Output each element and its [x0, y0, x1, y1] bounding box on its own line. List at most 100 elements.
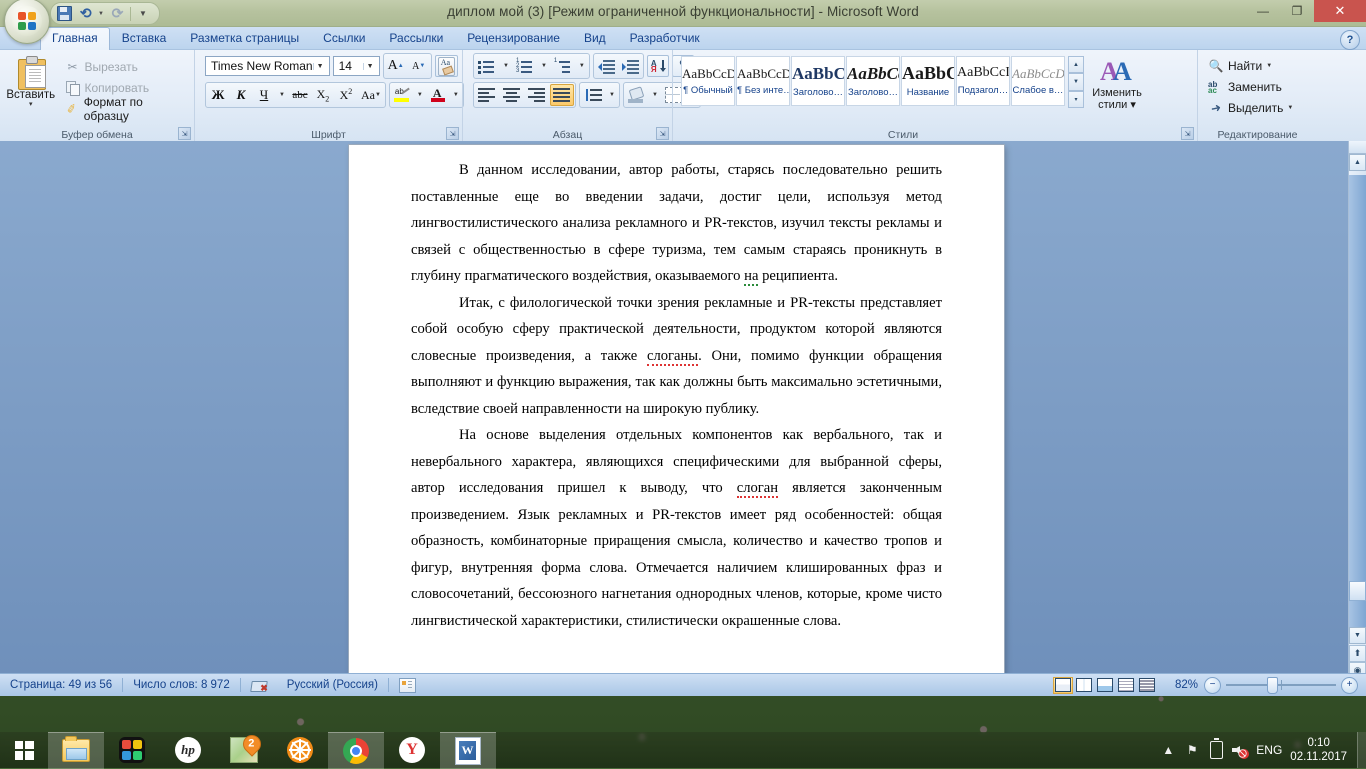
taskbar-item-wheel-app[interactable] — [272, 732, 328, 768]
change-styles-button[interactable]: AA Изменить стили ▾ — [1086, 56, 1148, 111]
tab-page-layout[interactable]: Разметка страницы — [178, 27, 311, 49]
underline-dropdown[interactable]: ▼ — [276, 84, 288, 106]
close-button[interactable]: ✕ — [1314, 0, 1366, 22]
taskbar-item-yandex-browser[interactable]: Y — [384, 732, 440, 768]
align-left-button[interactable] — [475, 84, 499, 106]
numbering-button[interactable]: 123 — [513, 55, 537, 77]
chevron-down-icon[interactable]: ▼ — [362, 62, 377, 70]
language-button[interactable]: ENG — [1256, 743, 1282, 757]
view-outline[interactable] — [1116, 677, 1136, 694]
view-draft[interactable] — [1137, 677, 1157, 694]
clear-formatting-button[interactable] — [434, 55, 458, 77]
grow-font-button[interactable]: A ▲ — [385, 55, 407, 77]
view-full-screen-reading[interactable] — [1074, 677, 1094, 694]
bullets-dropdown[interactable]: ▼ — [500, 55, 512, 77]
word-count[interactable]: Число слов: 8 972 — [123, 674, 240, 696]
format-painter-button[interactable]: ✐ Формат по образцу — [60, 95, 190, 123]
justify-button[interactable] — [550, 84, 574, 106]
tab-home[interactable]: Главная — [40, 27, 110, 50]
start-button[interactable] — [0, 732, 48, 768]
show-desktop-button[interactable] — [1357, 732, 1366, 768]
view-web-layout[interactable] — [1095, 677, 1115, 694]
increase-indent-button[interactable] — [619, 55, 642, 77]
paragraph-2[interactable]: Итак, с филологической точки зрения рекл… — [411, 290, 942, 423]
scroll-up-button[interactable]: ▲ — [1349, 154, 1366, 171]
network-button[interactable]: ⚑ — [1184, 742, 1200, 758]
taskbar-item-maps-app[interactable]: 2 — [216, 731, 272, 768]
select-button[interactable]: ➜ Выделить ▼ — [1204, 98, 1313, 118]
language-indicator[interactable]: Русский (Россия) — [277, 674, 388, 696]
style-heading-1[interactable]: AaBbCс Заголово… — [791, 56, 845, 106]
paste-button[interactable]: Вставить ▾ — [4, 54, 57, 124]
tab-view[interactable]: Вид — [572, 27, 618, 49]
help-button[interactable]: ? — [1340, 30, 1360, 50]
align-right-button[interactable] — [525, 84, 549, 106]
vertical-scrollbar[interactable]: ▲ ⬆ ◉ ⬇ ▼ — [1348, 141, 1366, 696]
chevron-down-icon[interactable]: ▾ — [29, 101, 33, 108]
page-indicator[interactable]: Страница: 49 из 56 — [0, 674, 122, 696]
font-color-button[interactable]: A — [427, 84, 449, 106]
styles-dialog-launcher[interactable]: ⇲ — [1181, 127, 1194, 140]
taskbar-item-microsoft-word[interactable]: W — [440, 731, 496, 769]
strikethrough-button[interactable]: abc — [289, 84, 311, 106]
taskbar-item-puzzle-app[interactable] — [104, 732, 160, 768]
style-no-spacing[interactable]: AaBbCcDc ¶ Без инте… — [736, 56, 790, 106]
paragraph-dialog-launcher[interactable]: ⇲ — [656, 127, 669, 140]
font-size-combo[interactable]: 14 ▼ — [332, 56, 380, 76]
chevron-down-icon[interactable]: ▼ — [312, 62, 327, 70]
paragraph-1[interactable]: В данном исследовании, автор работы, ста… — [411, 157, 942, 290]
superscript-button[interactable]: X2 — [335, 84, 357, 106]
show-hidden-icons-button[interactable]: ▲ — [1160, 742, 1176, 758]
highlight-button[interactable]: ab — [391, 84, 413, 106]
replace-button[interactable]: ab ac Заменить — [1204, 77, 1313, 97]
cut-button[interactable]: ✂ Вырезать — [60, 57, 190, 77]
styles-scroll-up[interactable]: ▲ — [1068, 56, 1084, 74]
zoom-slider[interactable]: − + — [1204, 676, 1358, 694]
styles-more-button[interactable]: ▾ — [1068, 90, 1084, 108]
battery-button[interactable] — [1208, 738, 1224, 759]
proofing-status[interactable]: ✖ — [241, 674, 277, 696]
style-heading-2[interactable]: AaBbCс Заголово… — [846, 56, 900, 106]
document-page[interactable]: В данном исследовании, автор работы, ста… — [349, 145, 1004, 696]
tab-mailings[interactable]: Рассылки — [377, 27, 455, 49]
tab-developer[interactable]: Разработчик — [618, 27, 712, 49]
tab-review[interactable]: Рецензирование — [455, 27, 572, 49]
shading-dropdown[interactable]: ▼ — [649, 84, 661, 106]
line-spacing-button[interactable] — [581, 84, 605, 106]
underline-button[interactable]: Ч — [253, 84, 275, 106]
split-window-handle[interactable] — [1349, 141, 1366, 154]
bold-button[interactable]: Ж — [207, 84, 229, 106]
scrollbar-thumb[interactable] — [1349, 581, 1366, 601]
change-case-button[interactable]: Aa ▼ — [358, 84, 384, 106]
taskbar-item-hp-app[interactable]: hp — [160, 732, 216, 768]
style-title[interactable]: AaBbC Название — [901, 56, 955, 106]
view-print-layout[interactable] — [1053, 676, 1073, 694]
tab-references[interactable]: Ссылки — [311, 27, 377, 49]
styles-scroll-down[interactable]: ▼ — [1068, 73, 1084, 91]
italic-button[interactable]: К — [230, 84, 252, 106]
shading-button[interactable] — [625, 84, 648, 106]
style-subtle-emphasis[interactable]: AaBbCcDc Слабое в… — [1011, 56, 1065, 106]
paragraph-3[interactable]: На основе выделения отдельных компоненто… — [411, 422, 942, 634]
scrollbar-track[interactable] — [1349, 175, 1366, 627]
multilevel-list-button[interactable]: 1 — [551, 55, 575, 77]
tab-insert[interactable]: Вставка — [110, 27, 179, 49]
zoom-percentage[interactable]: 82% — [1164, 679, 1198, 691]
volume-button[interactable]: ⃠ — [1232, 742, 1250, 759]
multilevel-dropdown[interactable]: ▼ — [576, 55, 588, 77]
scroll-down-button[interactable]: ▼ — [1349, 627, 1366, 644]
sort-button[interactable]: AЯ — [646, 55, 669, 77]
document-canvas[interactable]: В данном исследовании, автор работы, ста… — [0, 141, 1366, 696]
previous-page-button[interactable]: ⬆ — [1349, 645, 1366, 662]
style-normal[interactable]: AaBbCcDc ¶ Обычный — [681, 56, 735, 106]
bullets-button[interactable] — [475, 55, 499, 77]
taskbar-item-file-explorer[interactable] — [48, 731, 104, 769]
clock[interactable]: 0:10 02.11.2017 — [1290, 736, 1351, 764]
decrease-indent-button[interactable] — [595, 55, 618, 77]
taskbar-item-google-chrome[interactable] — [328, 731, 384, 769]
clipboard-dialog-launcher[interactable]: ⇲ — [178, 127, 191, 140]
font-color-dropdown[interactable]: ▼ — [450, 84, 462, 106]
subscript-button[interactable]: X2 — [312, 84, 334, 106]
zoom-track[interactable] — [1226, 677, 1336, 694]
zoom-out-button[interactable]: − — [1204, 676, 1221, 694]
